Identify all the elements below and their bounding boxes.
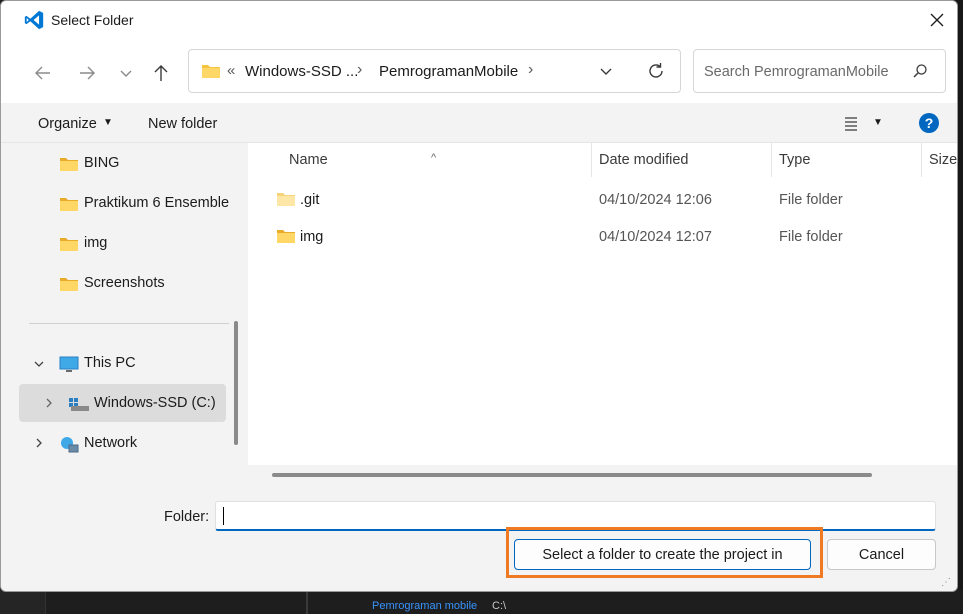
file-name: .git <box>300 192 320 208</box>
address-separator[interactable]: › <box>357 61 362 79</box>
folder-icon <box>277 230 295 243</box>
address-segment-drive[interactable]: Windows-SSD ... <box>245 63 358 80</box>
chevron-right-icon[interactable] <box>33 437 45 449</box>
background-divider <box>306 590 308 614</box>
arrow-left-icon <box>35 66 50 80</box>
select-folder-button[interactable]: Select a folder to create the project in <box>514 539 811 570</box>
view-list-icon[interactable] <box>843 115 859 131</box>
chevron-down-icon[interactable] <box>33 358 45 370</box>
file-name: img <box>300 229 324 245</box>
folder-icon <box>202 65 220 78</box>
command-bar: Organize ▼ New folder ▼ ? <box>1 103 957 143</box>
file-date: 04/10/2024 12:06 <box>599 192 712 208</box>
help-button[interactable]: ? <box>919 113 939 133</box>
column-divider[interactable] <box>921 143 922 177</box>
file-list: ^ Name Date modified Type Size .git 04/1… <box>248 143 957 487</box>
nav-item-network[interactable]: Network <box>15 424 227 462</box>
close-icon <box>930 13 944 27</box>
nav-item-img[interactable]: img <box>15 224 227 262</box>
chevron-down-icon <box>120 70 132 77</box>
background-path: C:\ <box>492 600 507 612</box>
nav-item-label: img <box>84 235 108 251</box>
column-divider[interactable] <box>591 143 592 177</box>
navigation-bar: « Windows-SSD ... › PemrogramanMobile › … <box>1 39 957 103</box>
back-button[interactable] <box>29 59 57 87</box>
navigation-pane: BING Praktikum 6 Ensemble img Screenshot… <box>15 143 246 487</box>
file-type: File folder <box>779 229 843 245</box>
nav-item-label: Windows-SSD (C:) <box>94 395 216 411</box>
up-button[interactable] <box>147 59 175 87</box>
folder-icon <box>60 158 78 171</box>
resize-grip-icon[interactable]: ⋰ <box>941 577 951 588</box>
nav-divider <box>29 323 229 324</box>
address-segment-folder[interactable]: PemrogramanMobile <box>379 63 518 80</box>
nav-scrollbar[interactable] <box>234 321 238 445</box>
search-box[interactable]: Search PemrogramanMobile <box>693 49 946 93</box>
nav-item-screenshots[interactable]: Screenshots <box>15 264 227 302</box>
file-date: 04/10/2024 12:07 <box>599 229 712 245</box>
file-row[interactable]: .git 04/10/2024 12:06 File folder <box>248 181 957 217</box>
vscode-icon <box>24 10 44 30</box>
forward-button[interactable] <box>73 59 101 87</box>
folder-icon <box>60 278 78 291</box>
nav-item-this-pc[interactable]: This PC <box>15 344 227 382</box>
organize-button[interactable]: Organize <box>38 116 97 132</box>
file-type: File folder <box>779 192 843 208</box>
arrow-right-icon <box>80 66 95 80</box>
text-cursor <box>223 507 224 525</box>
nav-item-praktikum[interactable]: Praktikum 6 Ensemble <box>15 184 230 222</box>
nav-item-label: Screenshots <box>84 275 165 291</box>
nav-item-label: Network <box>84 435 138 451</box>
arrow-up-icon <box>154 65 168 81</box>
nav-item-windows-ssd[interactable]: Windows-SSD (C:) <box>19 384 226 422</box>
nav-item-label: BING <box>84 155 120 171</box>
search-placeholder[interactable]: Search PemrogramanMobile <box>704 64 889 80</box>
nav-item-label: Praktikum 6 Ensemble <box>84 195 230 211</box>
folder-icon <box>277 193 295 206</box>
column-divider[interactable] <box>771 143 772 177</box>
column-header-type[interactable]: Type <box>779 152 810 168</box>
column-header-size[interactable]: Size <box>929 152 957 168</box>
search-icon <box>913 64 927 78</box>
address-separator[interactable]: › <box>528 61 533 79</box>
nav-item-bing[interactable]: BING <box>15 144 227 182</box>
network-icon <box>61 437 79 453</box>
folder-label: Folder: <box>164 509 210 525</box>
chevron-right-icon[interactable] <box>43 397 55 409</box>
title-bar: Select Folder <box>1 1 957 39</box>
address-overflow[interactable]: « <box>227 62 235 79</box>
close-button[interactable] <box>917 5 957 35</box>
sort-up-icon: ^ <box>431 152 437 164</box>
background-crumb: Pemrograman mobile <box>372 600 478 612</box>
caret-down-icon[interactable]: ▼ <box>873 117 883 128</box>
dialog-footer: Folder: Select a folder to create the pr… <box>1 487 957 591</box>
address-bar[interactable]: « Windows-SSD ... › PemrogramanMobile › <box>188 49 681 93</box>
recent-locations-button[interactable] <box>112 59 140 87</box>
computer-icon <box>59 356 79 372</box>
new-folder-button[interactable]: New folder <box>148 116 217 132</box>
window-title: Select Folder <box>51 12 134 28</box>
folder-icon <box>60 198 78 211</box>
column-header-row: ^ Name Date modified Type Size <box>248 143 957 177</box>
folder-icon <box>60 238 78 251</box>
cancel-button[interactable]: Cancel <box>827 539 936 570</box>
caret-down-icon[interactable]: ▼ <box>103 117 113 128</box>
background-activity-bar <box>0 590 46 614</box>
horizontal-scrollbar[interactable] <box>272 473 872 477</box>
select-folder-dialog: Select Folder « Windows-SSD ... › Pemrog… <box>0 0 958 592</box>
chevron-down-icon[interactable] <box>599 64 613 78</box>
nav-item-label: This PC <box>84 355 136 371</box>
file-row[interactable]: img 04/10/2024 12:07 File folder <box>248 218 957 254</box>
column-header-date[interactable]: Date modified <box>599 152 688 168</box>
column-header-name[interactable]: Name <box>289 152 328 168</box>
refresh-icon[interactable] <box>646 61 666 81</box>
background-editor-strip: Pemrograman mobile C:\ <box>0 590 963 614</box>
drive-icon <box>69 398 89 411</box>
